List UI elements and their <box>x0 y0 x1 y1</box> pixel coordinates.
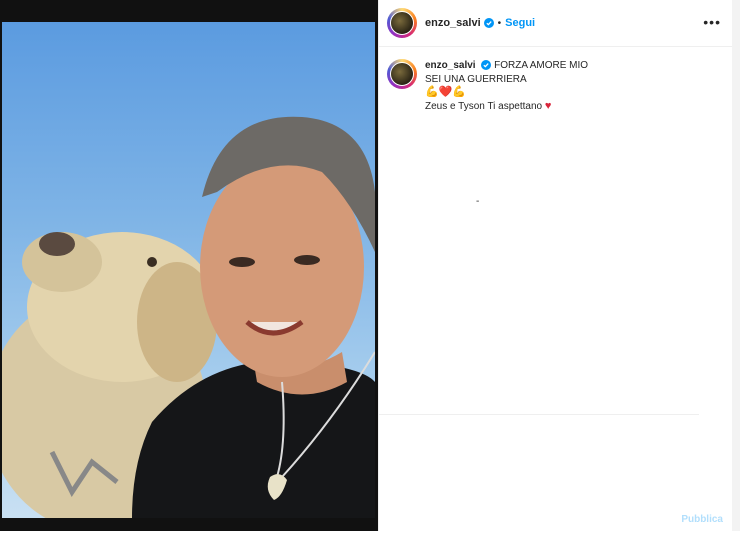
caption-emoji-line: 💪❤️💪 <box>425 86 467 98</box>
comments-divider <box>379 414 699 415</box>
separator-dot: • <box>497 17 502 29</box>
post-header: enzo_salvi • Segui ••• <box>379 0 733 47</box>
username-link[interactable]: enzo_salvi <box>425 17 481 29</box>
more-options-icon[interactable]: ••• <box>703 14 721 30</box>
post-photo[interactable] <box>2 22 375 518</box>
bottom-strip <box>0 531 740 550</box>
caption-avatar[interactable] <box>387 59 417 89</box>
publish-button[interactable]: Pubblica <box>681 514 723 525</box>
caption-verified-badge-icon <box>481 60 492 71</box>
caption-text: enzo_salvi FORZA AMORE MIO SEI UNA GUERR… <box>425 59 588 113</box>
caption-line-1: FORZA AMORE MIO <box>494 60 589 71</box>
photo-illustration <box>2 116 375 518</box>
post-side-panel: enzo_salvi • Segui ••• enzo_salvi FORZA … <box>378 0 733 531</box>
heart-icon: ♥ <box>544 99 552 112</box>
caption-line-2: SEI UNA GUERRIERA <box>425 73 527 85</box>
stray-mark: - <box>476 196 480 207</box>
follow-button[interactable]: Segui <box>505 17 535 29</box>
caption-username[interactable]: enzo_salvi <box>425 60 476 71</box>
window-edge <box>732 0 740 531</box>
avatar[interactable] <box>387 8 417 38</box>
caption-block: enzo_salvi FORZA AMORE MIO SEI UNA GUERR… <box>379 47 733 113</box>
verified-badge-icon <box>483 18 494 28</box>
caption-line-3: Zeus e Tyson Ti aspettano <box>425 100 543 112</box>
